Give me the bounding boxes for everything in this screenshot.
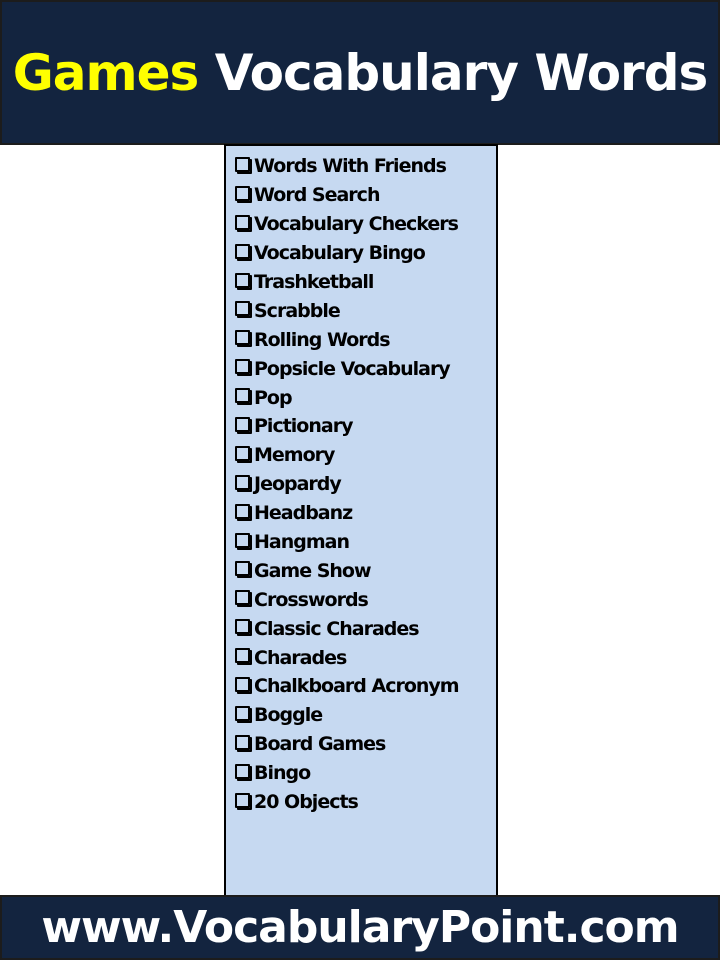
checkbox-empty-icon: [235, 503, 250, 519]
list-item: Bingo: [235, 759, 496, 788]
list-item: Rolling Words: [235, 325, 496, 354]
footer-banner: www.VocabularyPoint.com: [0, 895, 720, 960]
list-item: Words With Friends: [235, 152, 496, 181]
checkbox-empty-icon: [235, 185, 250, 201]
list-item: Board Games: [235, 730, 496, 759]
list-item: Pop: [235, 383, 496, 412]
list-item: Headbanz: [235, 499, 496, 528]
list-item: Game Show: [235, 556, 496, 585]
list-item-label: Vocabulary Checkers: [254, 213, 459, 236]
checkbox-empty-icon: [235, 445, 250, 461]
checkbox-empty-icon: [235, 416, 250, 432]
list-item: Vocabulary Bingo: [235, 239, 496, 268]
checkbox-empty-icon: [235, 330, 250, 346]
list-item-label: Classic Charades: [254, 617, 420, 640]
list-item-label: Trashketball: [254, 271, 374, 293]
checkbox-empty-icon: [235, 705, 250, 721]
list-item: Hangman: [235, 528, 496, 557]
list-item-label: Bingo: [254, 762, 311, 785]
list-item-label: Crosswords: [254, 588, 369, 611]
checkbox-empty-icon: [235, 474, 250, 490]
list-item: Scrabble: [235, 296, 496, 325]
list-item-label: Memory: [254, 444, 335, 467]
checkbox-empty-icon: [235, 619, 250, 635]
list-item-label: Chalkboard Acronym: [254, 675, 460, 698]
list-item: Popsicle Vocabulary: [235, 354, 496, 383]
checkbox-empty-icon: [235, 301, 250, 317]
checkbox-empty-icon: [235, 388, 250, 404]
checkbox-empty-icon: [235, 156, 250, 172]
header-banner: Games Vocabulary Words: [0, 0, 720, 145]
list-item-label: 20 Objects: [254, 791, 359, 814]
checkbox-empty-icon: [235, 243, 250, 259]
list-item-label: Pictionary: [254, 415, 353, 438]
list-item: Jeopardy: [235, 470, 496, 499]
list-item: Memory: [235, 441, 496, 470]
page-title: Games Vocabulary Words: [12, 43, 709, 102]
list-item: Crosswords: [235, 585, 496, 614]
list-item-label: Rolling Words: [254, 328, 391, 351]
list-item-label: Hangman: [254, 531, 350, 554]
list-item: Trashketball: [235, 268, 496, 297]
title-rest: Vocabulary Words: [198, 43, 709, 102]
checkbox-empty-icon: [235, 561, 250, 577]
checkbox-empty-icon: [235, 214, 250, 230]
list-item-label: Words With Friends: [254, 155, 447, 178]
checkbox-empty-icon: [235, 590, 250, 606]
list-item: 20 Objects: [235, 788, 496, 817]
list-item-label: Jeopardy: [254, 473, 342, 496]
checkbox-empty-icon: [235, 359, 250, 375]
list-item: Boggle: [235, 701, 496, 730]
checkbox-empty-icon: [235, 734, 250, 750]
list-item-label: Scrabble: [254, 299, 341, 322]
checkbox-empty-icon: [235, 792, 250, 808]
games-list-panel: Words With Friends Word Search Vocabulary …: [224, 144, 498, 898]
list-item-label: Board Games: [254, 733, 386, 756]
checkbox-empty-icon: [235, 648, 250, 664]
list-item: Charades: [235, 643, 496, 672]
games-list: Words With Friends Word Search Vocabulary …: [226, 146, 496, 816]
checkbox-empty-icon: [235, 532, 250, 548]
website-url: www.VocabularyPoint.com: [41, 902, 679, 953]
list-item-label: Vocabulary Bingo: [254, 242, 426, 265]
list-item: Classic Charades: [235, 614, 496, 643]
list-item: Pictionary: [235, 412, 496, 441]
list-item-label: Headbanz: [254, 502, 353, 525]
list-item-label: Pop: [254, 386, 293, 409]
list-item-label: Popsicle Vocabulary: [254, 357, 451, 380]
title-accent-word: Games: [12, 43, 200, 102]
list-item: Chalkboard Acronym: [235, 672, 496, 701]
list-item: Vocabulary Checkers: [235, 210, 496, 239]
list-item-label: Word Search: [254, 184, 380, 207]
list-item: Word Search: [235, 181, 496, 210]
list-item-label: Charades: [254, 646, 347, 669]
list-item-label: Boggle: [254, 704, 323, 727]
checkbox-empty-icon: [235, 272, 250, 288]
checkbox-empty-icon: [235, 676, 250, 692]
list-item-label: Game Show: [254, 559, 372, 582]
checkbox-empty-icon: [235, 763, 250, 779]
